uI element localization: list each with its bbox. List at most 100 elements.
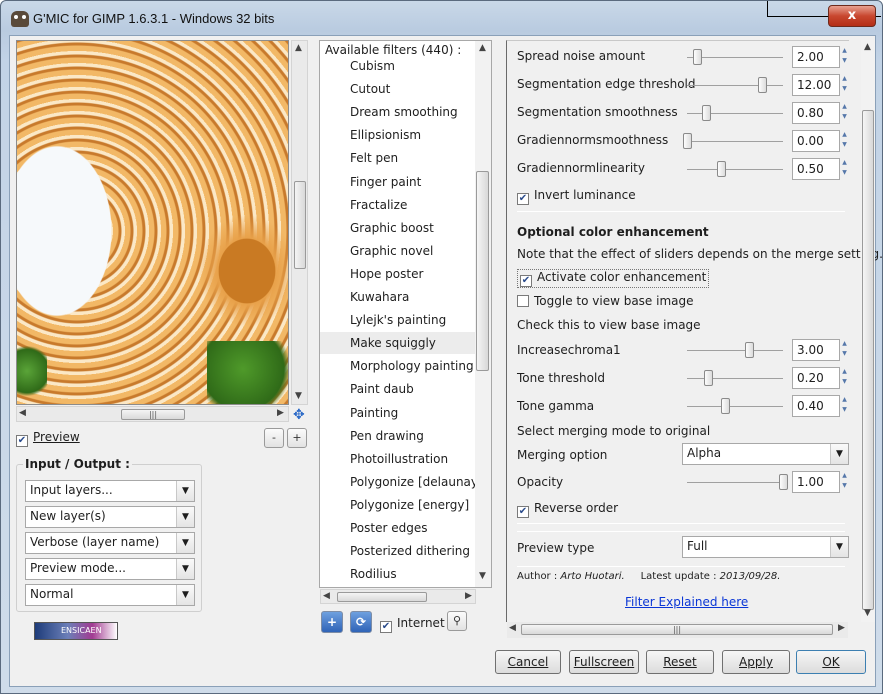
filter-item[interactable]: Felt pen bbox=[350, 151, 398, 165]
checkbox-empty-icon[interactable] bbox=[517, 295, 529, 307]
toggle-base-checkbox[interactable]: Toggle to view base image bbox=[517, 294, 694, 308]
slider-knob[interactable] bbox=[683, 133, 692, 149]
spread-noise-input[interactable]: 2.00 bbox=[792, 46, 840, 68]
refresh-filters-button[interactable]: ⟳ bbox=[350, 611, 372, 633]
grad-smooth-slider[interactable] bbox=[683, 133, 783, 149]
zoom-in-button[interactable]: + bbox=[287, 428, 307, 448]
scroll-right-icon[interactable]: ▶ bbox=[465, 591, 472, 601]
slider-knob[interactable] bbox=[692, 49, 702, 65]
increase-chroma-slider[interactable] bbox=[687, 342, 783, 358]
preview-horizontal-scrollbar[interactable]: ◀ ||| ▶ bbox=[16, 406, 289, 422]
tone-threshold-slider[interactable] bbox=[687, 370, 783, 386]
filter-item[interactable]: Polygonize [delaunay] bbox=[350, 475, 483, 489]
filter-item[interactable]: Lylejk's painting bbox=[350, 313, 446, 327]
filter-vertical-scrollbar[interactable]: ▲ ▼ bbox=[475, 41, 491, 587]
slider-knob[interactable] bbox=[702, 105, 712, 121]
scroll-down-icon[interactable]: ▼ bbox=[864, 608, 871, 618]
ensicaen-logo[interactable]: ENSICAEN bbox=[34, 622, 118, 640]
spin-arrows-icon[interactable]: ▲ ▼ bbox=[840, 158, 849, 180]
checkbox-mark-icon[interactable]: ✔ bbox=[520, 275, 532, 287]
filter-item[interactable]: Paint daub bbox=[350, 382, 414, 396]
activate-color-checkbox[interactable]: ✔ Activate color enhancement bbox=[517, 269, 710, 288]
filter-item[interactable]: Cutout bbox=[350, 82, 390, 96]
search-filter-button[interactable]: ⚲ bbox=[447, 611, 467, 631]
fullscreen-button[interactable]: Fullscreen bbox=[569, 650, 639, 674]
add-filter-button[interactable]: + bbox=[321, 611, 343, 633]
slider-knob[interactable] bbox=[779, 474, 788, 490]
spin-arrows-icon[interactable]: ▲ ▼ bbox=[840, 367, 849, 389]
apply-button[interactable]: Apply bbox=[722, 650, 790, 674]
grad-smooth-input[interactable]: 0.00 bbox=[792, 130, 840, 152]
scroll-down-icon[interactable]: ▼ bbox=[479, 571, 486, 581]
filter-list[interactable]: Available filters (440) : Cubism Cutout Dr… bbox=[319, 40, 492, 588]
opacity-input[interactable]: 1.00 bbox=[792, 471, 840, 493]
filter-item[interactable]: Painting bbox=[350, 406, 398, 420]
filter-item[interactable]: Kuwahara bbox=[350, 290, 409, 304]
spread-noise-slider[interactable] bbox=[687, 49, 783, 65]
slider-knob[interactable] bbox=[704, 370, 714, 386]
params-horizontal-scrollbar[interactable]: ◀ ||| ▶ bbox=[507, 622, 848, 638]
tone-gamma-input[interactable]: 0.40 bbox=[792, 395, 840, 417]
output-mode-select[interactable]: New layer(s) ▼ bbox=[25, 506, 195, 528]
chevron-down-icon[interactable]: ▼ bbox=[176, 533, 194, 553]
scroll-thumb[interactable] bbox=[476, 171, 489, 371]
reset-button[interactable]: Reset bbox=[646, 650, 714, 674]
input-layers-select[interactable]: Input layers... ▼ bbox=[25, 480, 195, 502]
spin-arrows-icon[interactable]: ▲ ▼ bbox=[840, 339, 849, 361]
chevron-down-icon[interactable]: ▼ bbox=[176, 507, 194, 527]
slider-knob[interactable] bbox=[721, 398, 731, 414]
preview-image[interactable] bbox=[16, 40, 289, 405]
slider-knob[interactable] bbox=[757, 77, 767, 93]
spin-arrows-icon[interactable]: ▲ ▼ bbox=[840, 74, 849, 96]
preview-mode-select[interactable]: Preview mode... ▼ bbox=[25, 558, 195, 580]
checkbox-mark-icon[interactable]: ✔ bbox=[16, 435, 28, 447]
scroll-left-icon[interactable]: ◀ bbox=[323, 591, 330, 601]
spin-arrows-icon[interactable]: ▲ ▼ bbox=[840, 46, 849, 68]
zoom-out-button[interactable]: - bbox=[264, 428, 284, 448]
scroll-left-icon[interactable]: ◀ bbox=[19, 408, 26, 418]
verbosity-select[interactable]: Verbose (layer name) ▼ bbox=[25, 532, 195, 554]
scroll-left-icon[interactable]: ◀ bbox=[509, 623, 516, 633]
filter-item[interactable]: Graphic novel bbox=[350, 244, 433, 258]
checkbox-mark-icon[interactable]: ✔ bbox=[517, 506, 529, 518]
close-button[interactable]: x bbox=[828, 5, 876, 27]
grad-linear-input[interactable]: 0.50 bbox=[792, 158, 840, 180]
tone-threshold-input[interactable]: 0.20 bbox=[792, 367, 840, 389]
checkbox-mark-icon[interactable]: ✔ bbox=[517, 193, 529, 205]
filter-item[interactable]: Fractalize bbox=[350, 198, 407, 212]
preview-vertical-scrollbar[interactable]: ▲ ▼ bbox=[291, 40, 308, 405]
params-vertical-scrollbar[interactable]: ▲ ▼ bbox=[861, 40, 875, 622]
filter-item[interactable]: Make squiggly bbox=[320, 332, 476, 355]
cancel-button[interactable]: Cancel bbox=[495, 650, 561, 674]
spin-arrows-icon[interactable]: ▲ ▼ bbox=[840, 102, 849, 124]
filter-item[interactable]: Poster edges bbox=[350, 521, 428, 535]
seg-smooth-slider[interactable] bbox=[687, 105, 783, 121]
chevron-down-icon[interactable]: ▼ bbox=[830, 537, 848, 557]
title-bar[interactable]: G'MIC for GIMP 1.6.3.1 - Windows 32 bits… bbox=[1, 1, 882, 35]
preview-type-select[interactable]: Full ▼ bbox=[682, 536, 849, 558]
filter-item[interactable]: Ellipsionism bbox=[350, 128, 421, 142]
scroll-thumb[interactable]: ||| bbox=[521, 624, 833, 635]
filter-item[interactable]: Cubism bbox=[350, 59, 395, 73]
filter-item[interactable]: Pen drawing bbox=[350, 429, 424, 443]
scroll-up-icon[interactable]: ▲ bbox=[295, 43, 302, 53]
merging-option-select[interactable]: Alpha ▼ bbox=[682, 443, 849, 465]
filter-item[interactable]: Posterized dithering bbox=[350, 544, 470, 558]
filter-horizontal-scrollbar[interactable]: ◀ ▶ bbox=[320, 589, 476, 604]
seg-smooth-input[interactable]: 0.80 bbox=[792, 102, 840, 124]
filter-explained-link[interactable]: Filter Explained here bbox=[625, 595, 748, 609]
scroll-thumb[interactable] bbox=[294, 181, 306, 269]
scroll-thumb[interactable] bbox=[337, 592, 427, 602]
filter-item[interactable]: Graphic boost bbox=[350, 221, 434, 235]
scroll-down-icon[interactable]: ▼ bbox=[295, 391, 302, 401]
scroll-thumb[interactable] bbox=[862, 110, 874, 610]
reverse-order-checkbox[interactable]: ✔ Reverse order bbox=[517, 501, 618, 518]
move-preview-icon[interactable]: ✥ bbox=[293, 407, 305, 423]
spin-arrows-icon[interactable]: ▲ ▼ bbox=[840, 471, 849, 493]
preview-checkbox[interactable]: ✔ Preview bbox=[16, 430, 80, 447]
scroll-right-icon[interactable]: ▶ bbox=[277, 408, 284, 418]
chevron-down-icon[interactable]: ▼ bbox=[176, 559, 194, 579]
spin-arrows-icon[interactable]: ▲ ▼ bbox=[840, 130, 849, 152]
increase-chroma-input[interactable]: 3.00 bbox=[792, 339, 840, 361]
filter-item[interactable]: Dream smoothing bbox=[350, 105, 458, 119]
